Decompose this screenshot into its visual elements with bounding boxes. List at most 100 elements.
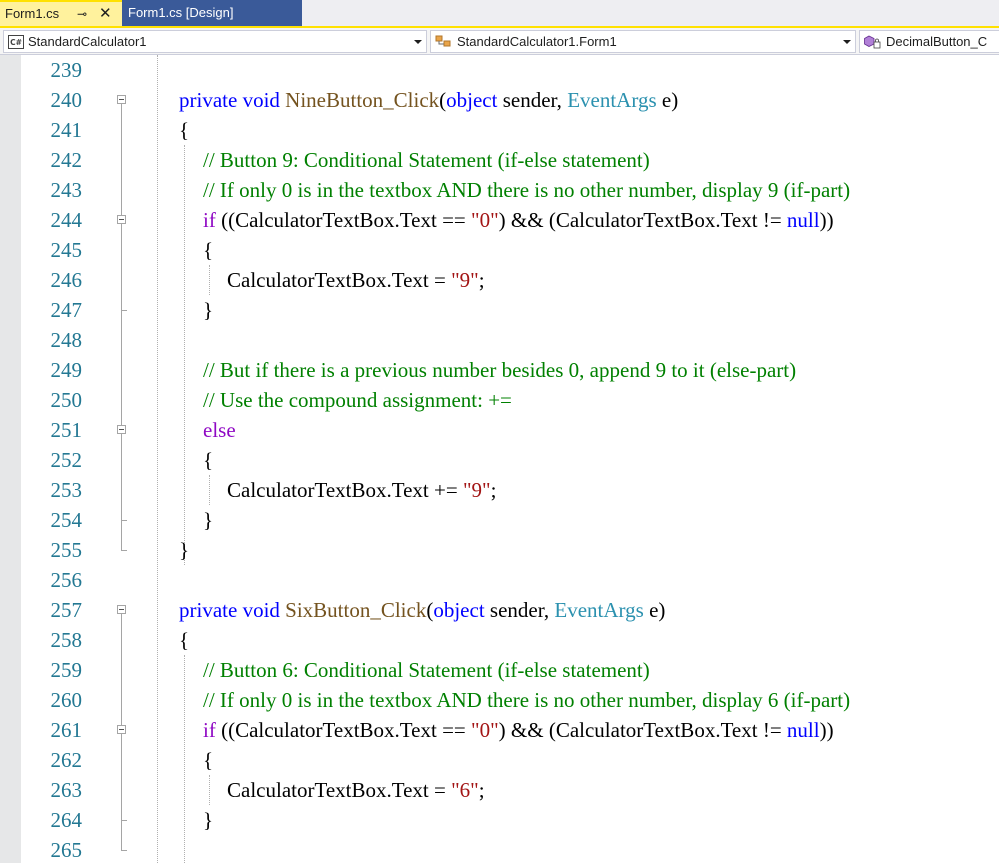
code-line[interactable]: 241 { bbox=[0, 115, 999, 145]
code-line[interactable]: 259 // Button 6: Conditional Statement (i… bbox=[0, 655, 999, 685]
code-token: } bbox=[203, 808, 214, 832]
tab-form1-design[interactable]: Form1.cs [Design] bbox=[122, 0, 302, 26]
code-line[interactable]: 250 // Use the compound assignment: += bbox=[0, 385, 999, 415]
code-editor[interactable]: 239 240 private void NineButton_Click(obje… bbox=[0, 55, 999, 863]
code-line[interactable]: 247} bbox=[0, 295, 999, 325]
line-number: 252 bbox=[50, 448, 83, 472]
code-line[interactable]: 240 private void NineButton_Click(object … bbox=[0, 85, 999, 115]
code-line[interactable]: 253 CalculatorTextBox.Text += "9"; bbox=[0, 475, 999, 505]
code-line[interactable]: 254} bbox=[0, 505, 999, 535]
collapse-icon[interactable] bbox=[117, 605, 126, 614]
line-number: 265 bbox=[50, 838, 83, 862]
code-token: null bbox=[786, 718, 820, 742]
code-text: } bbox=[203, 295, 213, 325]
code-line[interactable]: 244 if ((CalculatorTextBox.Text == "0") &… bbox=[0, 205, 999, 235]
code-token: void bbox=[242, 598, 280, 622]
code-line[interactable]: 255} bbox=[0, 535, 999, 565]
code-line[interactable]: 265 bbox=[0, 835, 999, 863]
code-text: { bbox=[179, 115, 189, 145]
code-line[interactable]: 239 bbox=[0, 55, 999, 85]
code-text: { bbox=[203, 745, 213, 775]
private-method-icon bbox=[864, 35, 881, 49]
code-line[interactable]: 252 { bbox=[0, 445, 999, 475]
line-number: 247 bbox=[50, 298, 83, 322]
code-text: } bbox=[203, 805, 213, 835]
line-number: 261 bbox=[50, 718, 83, 742]
line-number: 243 bbox=[50, 178, 83, 202]
line-number: 262 bbox=[50, 748, 83, 772]
code-text: CalculatorTextBox.Text = "9"; bbox=[227, 265, 485, 295]
code-line[interactable]: 251 else bbox=[0, 415, 999, 445]
code-token: )) bbox=[819, 718, 834, 742]
code-token: if bbox=[203, 208, 216, 232]
navigation-bar: C# StandardCalculator1 StandardCalculato… bbox=[0, 28, 999, 55]
collapse-icon[interactable] bbox=[117, 425, 126, 434]
code-line[interactable]: 262 { bbox=[0, 745, 999, 775]
code-token: // If only 0 is in the textbox AND there… bbox=[203, 178, 851, 202]
document-tab-strip: Form1.cs ⊸ ✕ Form1.cs [Design] bbox=[0, 0, 999, 26]
member-name: DecimalButton_C bbox=[886, 34, 988, 49]
code-token: )) bbox=[819, 208, 834, 232]
chevron-down-icon[interactable] bbox=[843, 40, 851, 44]
line-number: 255 bbox=[50, 538, 83, 562]
code-token: } bbox=[179, 538, 190, 562]
code-token: e) bbox=[643, 598, 666, 622]
code-line[interactable]: 263 CalculatorTextBox.Text = "6"; bbox=[0, 775, 999, 805]
code-line[interactable]: 242 // Button 9: Conditional Statement (i… bbox=[0, 145, 999, 175]
close-icon[interactable]: ✕ bbox=[99, 2, 112, 26]
code-token: private bbox=[179, 88, 238, 112]
code-text: else bbox=[203, 415, 236, 445]
collapse-icon[interactable] bbox=[117, 95, 126, 104]
line-number: 248 bbox=[50, 328, 83, 352]
code-text: // If only 0 is in the textbox AND there… bbox=[203, 175, 850, 205]
code-token: NineButton_Click bbox=[285, 88, 440, 112]
code-line[interactable]: 248 bbox=[0, 325, 999, 355]
collapse-icon[interactable] bbox=[117, 215, 126, 224]
line-number: 264 bbox=[50, 808, 83, 832]
code-line[interactable]: 249 // But if there is a previous number … bbox=[0, 355, 999, 385]
code-line[interactable]: 260 // If only 0 is in the textbox AND th… bbox=[0, 685, 999, 715]
line-number: 239 bbox=[50, 58, 83, 82]
code-token: CalculatorTextBox.Text += bbox=[227, 478, 463, 502]
code-line[interactable]: 261 if ((CalculatorTextBox.Text == "0") &… bbox=[0, 715, 999, 745]
code-text: { bbox=[203, 445, 213, 475]
code-line[interactable]: 258 { bbox=[0, 625, 999, 655]
code-token: } bbox=[203, 508, 214, 532]
chevron-down-icon[interactable] bbox=[414, 40, 422, 44]
line-number: 256 bbox=[50, 568, 83, 592]
csharp-project-icon: C# bbox=[8, 35, 24, 49]
code-token: void bbox=[242, 88, 280, 112]
code-line[interactable]: 245 { bbox=[0, 235, 999, 265]
code-token: { bbox=[203, 448, 214, 472]
code-line[interactable]: 257 private void SixButton_Click(object s… bbox=[0, 595, 999, 625]
tab-form1-cs[interactable]: Form1.cs ⊸ ✕ bbox=[0, 0, 122, 26]
member-dropdown[interactable]: DecimalButton_C bbox=[859, 30, 999, 53]
svg-text:C#: C# bbox=[10, 38, 22, 47]
pin-icon[interactable]: ⊸ bbox=[77, 2, 87, 26]
code-line[interactable]: 256 bbox=[0, 565, 999, 595]
code-token: ((CalculatorTextBox.Text == bbox=[215, 718, 472, 742]
code-token: else bbox=[203, 418, 236, 442]
line-number: 242 bbox=[50, 148, 83, 172]
collapse-icon[interactable] bbox=[117, 725, 126, 734]
tab-label: Form1.cs [Design] bbox=[128, 5, 234, 20]
project-dropdown[interactable]: C# StandardCalculator1 bbox=[3, 30, 427, 53]
line-number: 250 bbox=[50, 388, 83, 412]
code-text: } bbox=[203, 505, 213, 535]
code-line[interactable]: 243 // If only 0 is in the textbox AND th… bbox=[0, 175, 999, 205]
code-text: if ((CalculatorTextBox.Text == "0") && (… bbox=[203, 205, 834, 235]
code-text: // Use the compound assignment: += bbox=[203, 385, 512, 415]
code-text: CalculatorTextBox.Text = "6"; bbox=[227, 775, 485, 805]
code-token: "0" bbox=[471, 718, 499, 742]
code-token: // Use the compound assignment: += bbox=[203, 388, 512, 412]
line-number: 245 bbox=[50, 238, 83, 262]
class-dropdown[interactable]: StandardCalculator1.Form1 bbox=[430, 30, 856, 53]
code-token: ) && (CalculatorTextBox.Text != bbox=[498, 208, 787, 232]
code-line[interactable]: 264} bbox=[0, 805, 999, 835]
code-token: "9" bbox=[462, 478, 491, 502]
code-token: { bbox=[203, 238, 214, 262]
line-number: 251 bbox=[50, 418, 83, 442]
code-line[interactable]: 246 CalculatorTextBox.Text = "9"; bbox=[0, 265, 999, 295]
code-token: "9" bbox=[451, 268, 479, 292]
class-name: StandardCalculator1.Form1 bbox=[457, 34, 617, 49]
